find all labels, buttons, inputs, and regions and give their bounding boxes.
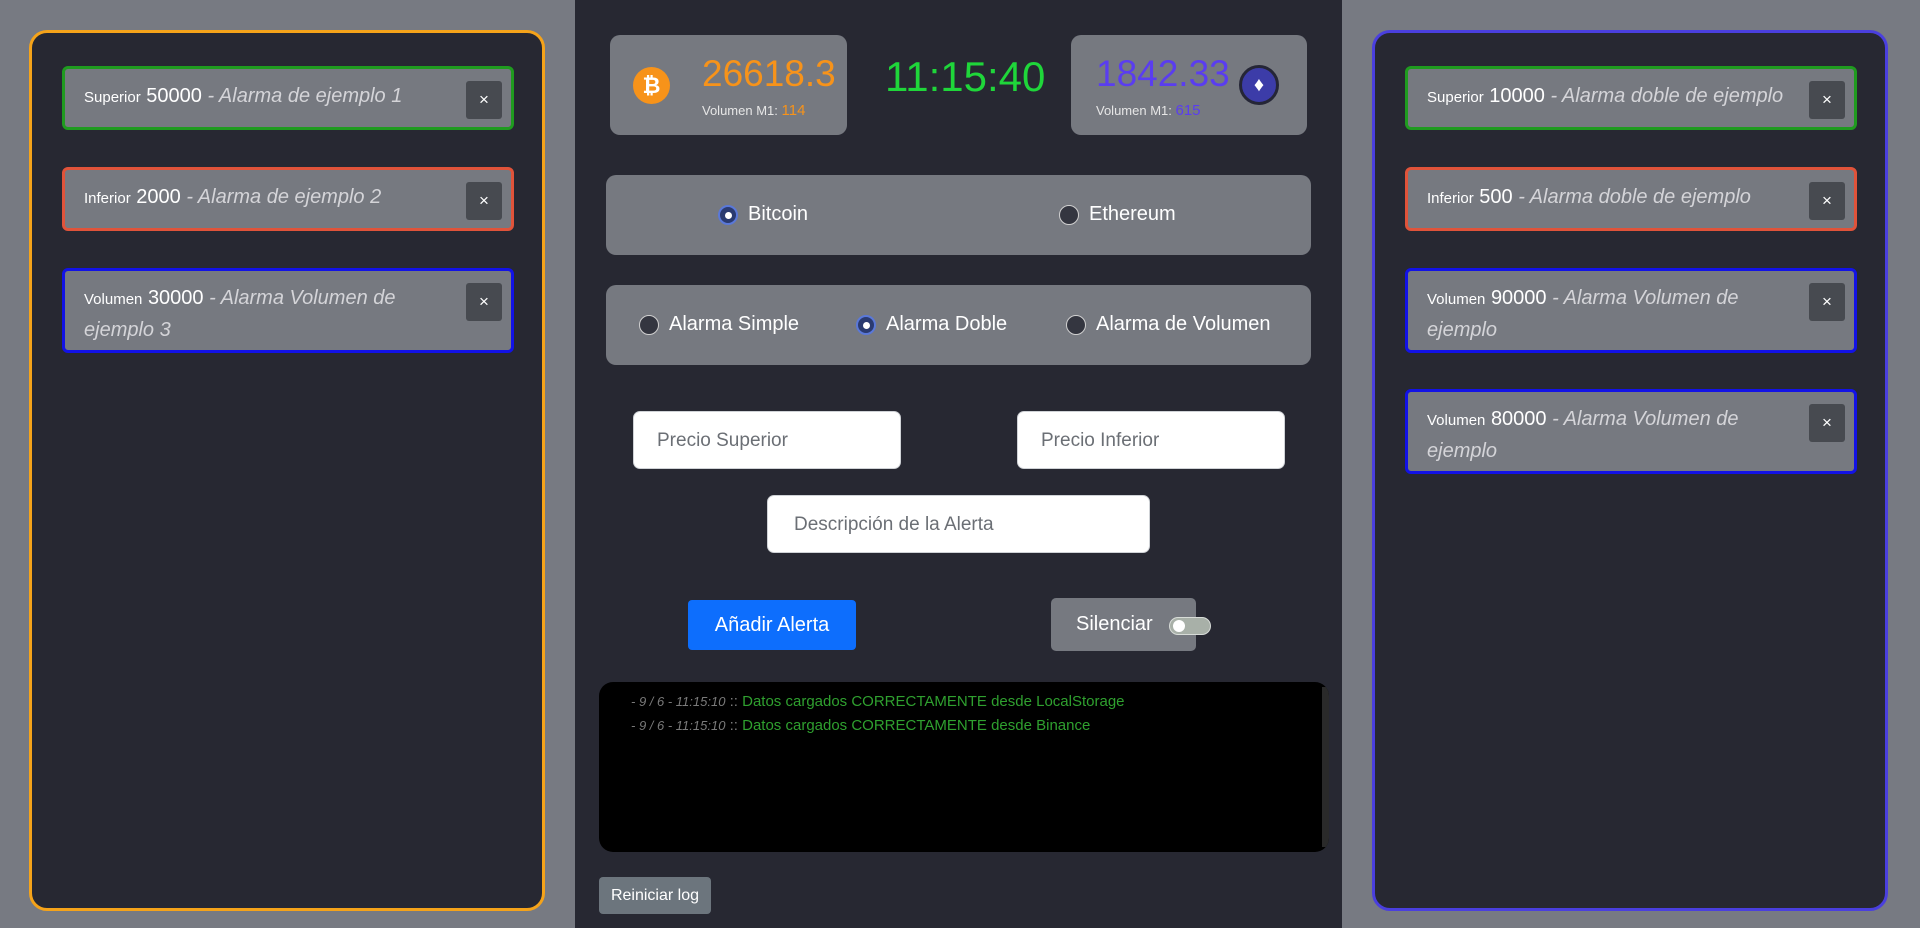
alarm-card: Superior 50000 - Alarma de ejemplo 1 × bbox=[62, 66, 514, 130]
close-icon[interactable]: × bbox=[1809, 404, 1845, 442]
log-message: Datos cargados CORRECTAMENTE desde Binan… bbox=[742, 717, 1091, 734]
ethereum-icon: ♦ bbox=[1239, 65, 1279, 105]
radio-label: Alarma Simple bbox=[669, 313, 800, 335]
ethereum-volume: Volumen M1: 615 bbox=[1096, 102, 1201, 119]
alarm-description: - Alarma doble de ejemplo bbox=[1518, 186, 1751, 208]
log-separator: :: bbox=[729, 717, 738, 734]
alarm-value: 80000 bbox=[1490, 408, 1547, 430]
ethereum-price-card: 1842.33 Volumen M1: 615 ♦ bbox=[1071, 35, 1307, 135]
radio-alarma-doble[interactable]: Alarma Doble bbox=[856, 313, 1007, 336]
radio-bitcoin[interactable]: Bitcoin bbox=[718, 203, 808, 226]
radio-alarma-volumen[interactable]: Alarma de Volumen bbox=[1066, 313, 1271, 336]
radio-dot[interactable] bbox=[1059, 204, 1079, 225]
alarm-description: - Alarma de ejemplo 1 bbox=[207, 85, 403, 107]
alarm-type-selector: Alarma Simple Alarma Doble Alarma de Vol… bbox=[606, 285, 1311, 365]
close-icon[interactable]: × bbox=[1809, 81, 1845, 119]
right-alarm-panel: Superior 10000 - Alarma doble de ejemplo… bbox=[1372, 30, 1888, 911]
radio-alarma-simple[interactable]: Alarma Simple bbox=[639, 313, 799, 336]
volume-value: 615 bbox=[1175, 102, 1201, 119]
add-alert-button[interactable]: Añadir Alerta bbox=[688, 600, 856, 650]
alarm-value: 30000 bbox=[147, 287, 204, 309]
alarm-card: Superior 10000 - Alarma doble de ejemplo… bbox=[1405, 66, 1857, 130]
center-control-panel: ₿ 26618.3 Volumen M1: 114 11:15:40 1842.… bbox=[575, 0, 1342, 928]
alarm-description: - Alarma de ejemplo 2 bbox=[186, 186, 382, 208]
alarm-kind: Volumen bbox=[1427, 291, 1486, 308]
radio-dot[interactable] bbox=[1066, 314, 1086, 335]
radio-dot[interactable] bbox=[856, 314, 876, 335]
volume-label: Volumen M1: bbox=[1096, 103, 1172, 118]
bitcoin-price: 26618.3 bbox=[702, 53, 836, 94]
alarm-kind: Inferior bbox=[84, 190, 131, 207]
bitcoin-icon: ₿ bbox=[633, 67, 670, 104]
log-line: - 9 / 6 - 11:15:10 :: Datos cargados COR… bbox=[631, 690, 1329, 714]
log-scrollbar[interactable] bbox=[1322, 687, 1329, 847]
log-console: - 9 / 6 - 11:15:10 :: Datos cargados COR… bbox=[599, 682, 1329, 852]
alarm-kind: Superior bbox=[1427, 89, 1484, 106]
lower-price-input[interactable]: Precio Inferior bbox=[1017, 411, 1285, 469]
log-line: - 9 / 6 - 11:15:10 :: Datos cargados COR… bbox=[631, 714, 1329, 738]
radio-label: Alarma de Volumen bbox=[1096, 313, 1271, 335]
close-icon[interactable]: × bbox=[466, 283, 502, 321]
log-separator: :: bbox=[729, 693, 738, 710]
alert-description-input[interactable]: Descripción de la Alerta bbox=[767, 495, 1150, 553]
alarm-card: Inferior 500 - Alarma doble de ejemplo × bbox=[1405, 167, 1857, 231]
alarm-card: Volumen 80000 - Alarma Volumen de ejempl… bbox=[1405, 389, 1857, 474]
alarm-kind: Volumen bbox=[84, 291, 143, 308]
radio-ethereum[interactable]: Ethereum bbox=[1059, 203, 1176, 226]
bitcoin-volume: Volumen M1: 114 bbox=[702, 102, 805, 119]
alarm-value: 50000 bbox=[146, 85, 202, 107]
close-icon[interactable]: × bbox=[466, 182, 502, 220]
alarm-card: Volumen 30000 - Alarma Volumen de ejempl… bbox=[62, 268, 514, 353]
alarm-value: 90000 bbox=[1490, 287, 1547, 309]
log-message: Datos cargados CORRECTAMENTE desde Local… bbox=[742, 693, 1125, 710]
volume-label: Volumen M1: bbox=[702, 103, 778, 118]
close-icon[interactable]: × bbox=[1809, 283, 1845, 321]
alarm-card: Volumen 90000 - Alarma Volumen de ejempl… bbox=[1405, 268, 1857, 353]
alarm-value: 500 bbox=[1479, 186, 1513, 208]
radio-dot[interactable] bbox=[718, 204, 738, 225]
reset-log-button[interactable]: Reiniciar log bbox=[599, 877, 711, 914]
alarm-card: Inferior 2000 - Alarma de ejemplo 2 × bbox=[62, 167, 514, 231]
volume-value: 114 bbox=[781, 102, 806, 119]
log-timestamp: - 9 / 6 - 11:15:10 bbox=[631, 694, 726, 709]
alarm-kind: Inferior bbox=[1427, 190, 1474, 207]
alarm-kind: Volumen bbox=[1427, 412, 1486, 429]
alarm-value: 10000 bbox=[1489, 85, 1545, 107]
log-timestamp: - 9 / 6 - 11:15:10 bbox=[631, 718, 726, 733]
clock: 11:15:40 bbox=[885, 53, 1046, 100]
radio-dot[interactable] bbox=[639, 314, 659, 335]
mute-label: Silenciar bbox=[1076, 613, 1153, 635]
radio-label: Ethereum bbox=[1089, 203, 1176, 225]
radio-label: Alarma Doble bbox=[886, 313, 1008, 335]
mute-toggle-switch[interactable] bbox=[1169, 617, 1211, 635]
mute-control: Silenciar bbox=[1051, 598, 1211, 651]
upper-price-input[interactable]: Precio Superior bbox=[633, 411, 901, 469]
close-icon[interactable]: × bbox=[1809, 182, 1845, 220]
coin-selector: Bitcoin Ethereum bbox=[606, 175, 1311, 255]
left-alarm-panel: Superior 50000 - Alarma de ejemplo 1 × I… bbox=[29, 30, 545, 911]
bitcoin-price-card: ₿ 26618.3 Volumen M1: 114 bbox=[610, 35, 847, 135]
alarm-kind: Superior bbox=[84, 89, 141, 106]
radio-label: Bitcoin bbox=[748, 203, 809, 225]
close-icon[interactable]: × bbox=[466, 81, 502, 119]
alarm-value: 2000 bbox=[136, 186, 181, 208]
alarm-description: - Alarma doble de ejemplo bbox=[1550, 85, 1784, 107]
ethereum-price: 1842.33 bbox=[1096, 53, 1230, 94]
